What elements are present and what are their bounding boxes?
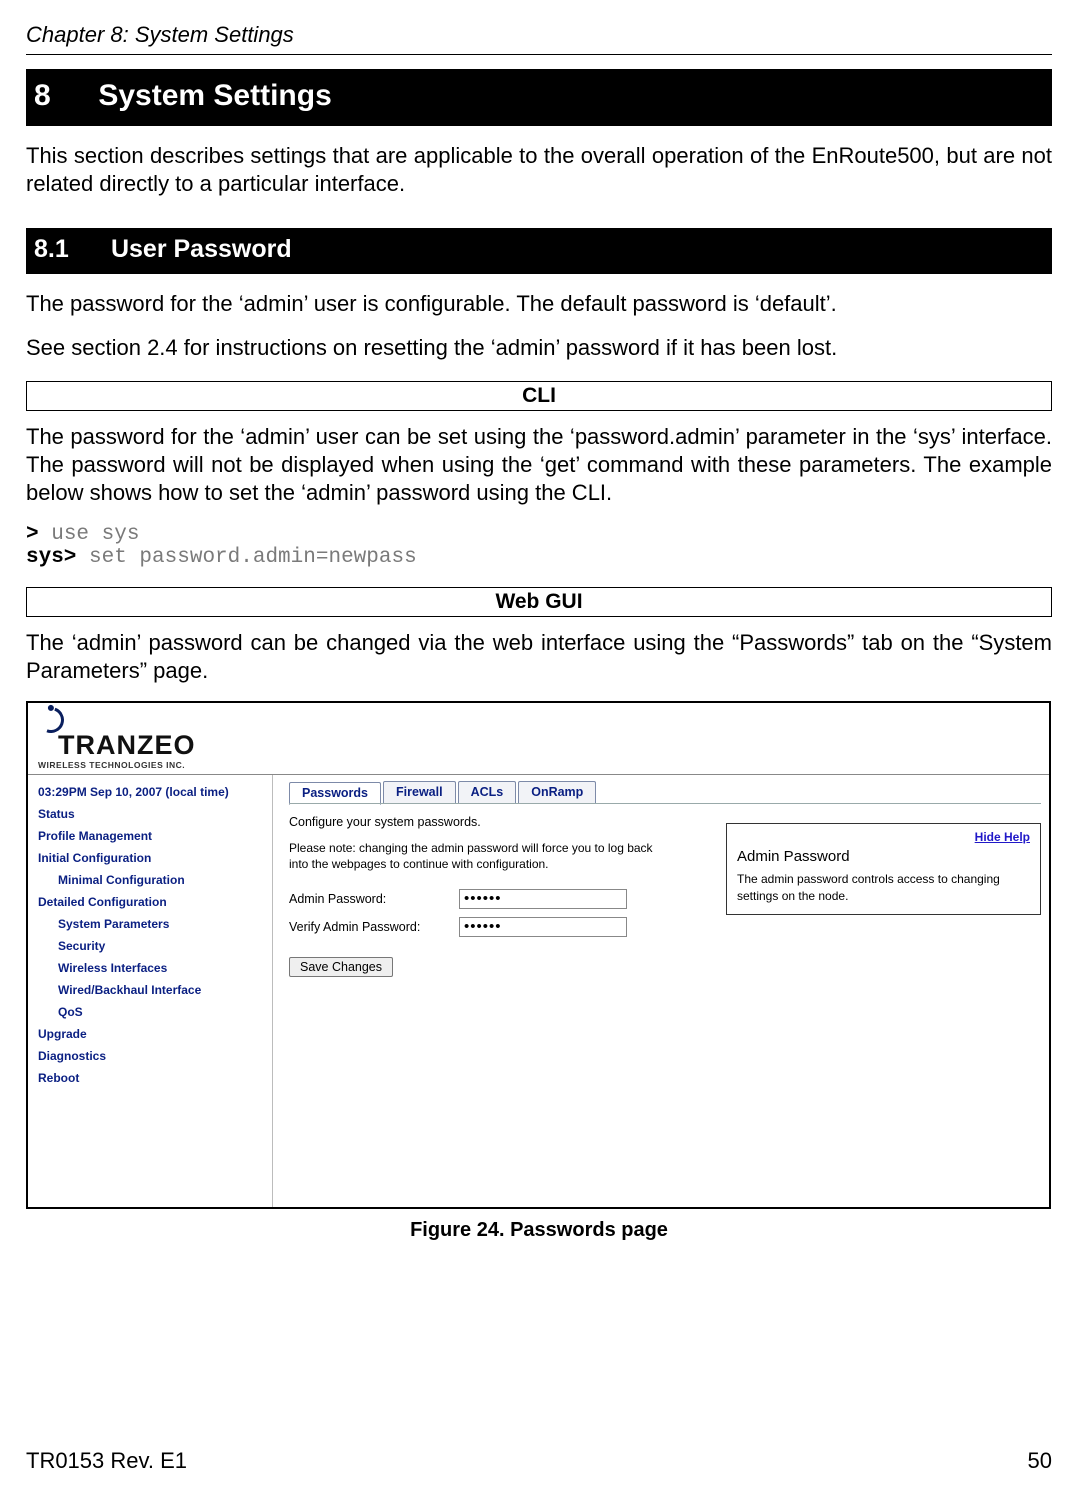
logo-text: TRANZEO <box>58 732 196 759</box>
cli-prompt: > <box>26 523 39 546</box>
section-title: User Password <box>111 235 292 263</box>
sidebar-item[interactable]: Diagnostics <box>28 1045 272 1067</box>
sidebar-item[interactable]: System Parameters <box>28 913 272 935</box>
help-title: Admin Password <box>737 848 1030 865</box>
sidebar-item[interactable]: Status <box>28 803 272 825</box>
intro-paragraph: This section describes settings that are… <box>26 142 1052 198</box>
sidebar-time: 03:29PM Sep 10, 2007 (local time) <box>28 781 272 803</box>
sidebar-item[interactable]: Detailed Configuration <box>28 891 272 913</box>
page-footer: TR0153 Rev. E1 50 <box>26 1448 1052 1474</box>
tab-underline <box>289 803 1041 804</box>
header-rule <box>26 54 1052 55</box>
cli-command: set password.admin=newpass <box>76 546 416 569</box>
admin-password-label: Admin Password: <box>289 892 459 906</box>
save-changes-button[interactable]: Save Changes <box>289 957 393 977</box>
cli-paragraph: The password for the ‘admin’ user can be… <box>26 423 1052 507</box>
screenshot-figure: TRANZEO WIRELESS TECHNOLOGIES INC. 03:29… <box>26 701 1051 1209</box>
cli-box-label: CLI <box>26 381 1052 411</box>
tab[interactable]: ACLs <box>458 781 517 804</box>
body-paragraph: The password for the ‘admin’ user is con… <box>26 290 1052 318</box>
webgui-paragraph: The ‘admin’ password can be changed via … <box>26 629 1052 685</box>
sidebar-item[interactable]: Reboot <box>28 1067 272 1089</box>
sidebar-item[interactable]: Initial Configuration <box>28 847 272 869</box>
tab[interactable]: OnRamp <box>518 781 596 804</box>
section-number: 8.1 <box>34 235 104 264</box>
tab-bar: PasswordsFirewallACLsOnRamp <box>289 781 1041 804</box>
body-paragraph: See section 2.4 for instructions on rese… <box>26 334 1052 362</box>
verify-password-input[interactable] <box>459 917 627 937</box>
content-pane: PasswordsFirewallACLsOnRamp Configure yo… <box>273 775 1049 1207</box>
help-body: The admin password controls access to ch… <box>737 871 1030 903</box>
cli-example: > use sys sys> set password.admin=newpas… <box>26 523 1052 569</box>
webgui-box-label: Web GUI <box>26 587 1052 617</box>
logo-subtext: WIRELESS TECHNOLOGIES INC. <box>38 760 185 770</box>
content-note: Please note: changing the admin password… <box>289 841 669 872</box>
footer-page-number: 50 <box>1028 1448 1052 1474</box>
sidebar-item[interactable]: Upgrade <box>28 1023 272 1045</box>
sidebar-item[interactable]: Security <box>28 935 272 957</box>
tab[interactable]: Passwords <box>289 782 381 805</box>
logo-bar: TRANZEO WIRELESS TECHNOLOGIES INC. <box>28 703 1049 775</box>
admin-password-input[interactable] <box>459 889 627 909</box>
chapter-heading: 8 System Settings <box>26 69 1052 126</box>
figure-body: 03:29PM Sep 10, 2007 (local time) Status… <box>28 775 1049 1207</box>
sidebar-item[interactable]: Minimal Configuration <box>28 869 272 891</box>
hide-help-link[interactable]: Hide Help <box>737 830 1030 844</box>
form-row-verify-password: Verify Admin Password: <box>289 917 1041 937</box>
verify-password-label: Verify Admin Password: <box>289 920 459 934</box>
cli-prompt: sys> <box>26 546 76 569</box>
sidebar-item[interactable]: Wireless Interfaces <box>28 957 272 979</box>
cli-command: use sys <box>39 523 140 546</box>
figure-caption: Figure 24. Passwords page <box>26 1219 1052 1242</box>
sidebar-item[interactable]: QoS <box>28 1001 272 1023</box>
sidebar-item[interactable]: Profile Management <box>28 825 272 847</box>
tab[interactable]: Firewall <box>383 781 456 804</box>
chapter-title: System Settings <box>98 79 331 112</box>
running-header: Chapter 8: System Settings <box>26 22 1052 48</box>
section-heading: 8.1 User Password <box>26 228 1052 274</box>
sidebar: 03:29PM Sep 10, 2007 (local time) Status… <box>28 775 273 1207</box>
chapter-number: 8 <box>34 79 90 113</box>
sidebar-item[interactable]: Wired/Backhaul Interface <box>28 979 272 1001</box>
figure-wrapper: TRANZEO WIRELESS TECHNOLOGIES INC. 03:29… <box>26 701 1052 1242</box>
footer-doc-id: TR0153 Rev. E1 <box>26 1448 187 1474</box>
help-panel: Hide Help Admin Password The admin passw… <box>726 823 1041 914</box>
